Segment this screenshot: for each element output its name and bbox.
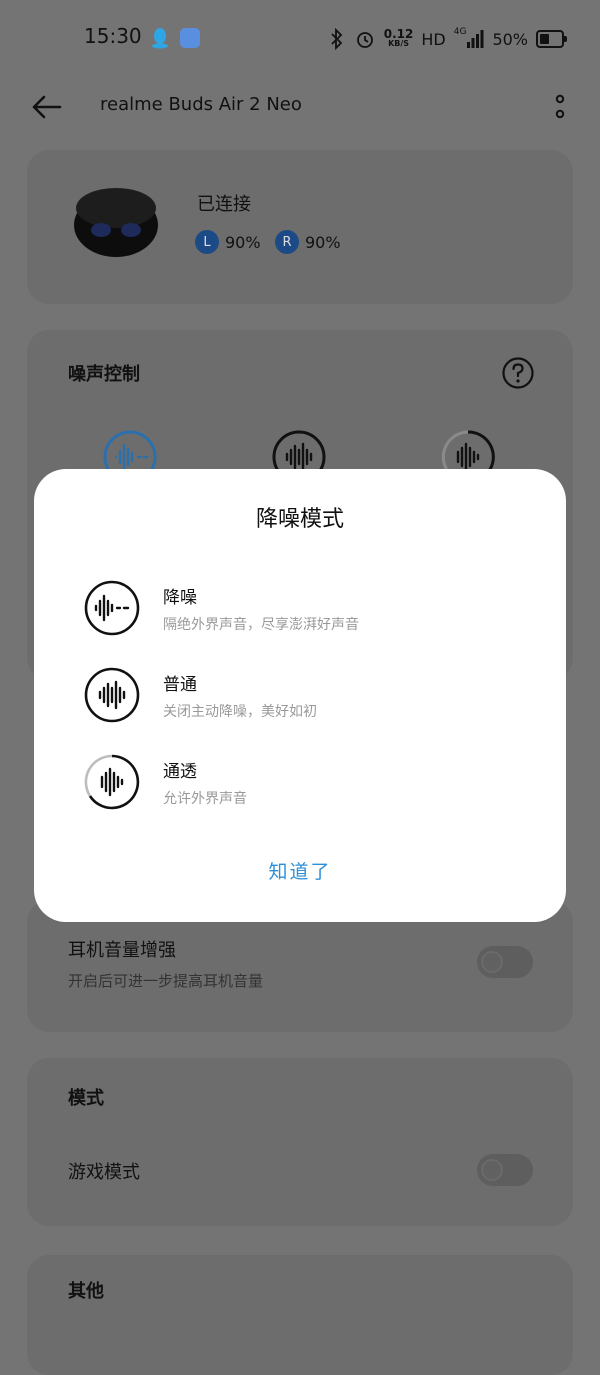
option-name-normal: 普通 <box>163 675 197 695</box>
signal-icon <box>467 30 484 48</box>
volume-boost-title: 耳机音量增强 <box>68 940 176 961</box>
status-time: 15:30 <box>84 24 142 48</box>
noise-cancel-icon <box>84 580 140 636</box>
connection-status: 已连接 <box>197 194 251 215</box>
left-earbud-badge: L <box>195 230 219 254</box>
more-vertical-icon[interactable] <box>550 92 570 122</box>
app-bar: realme Buds Air 2 Neo <box>0 76 600 140</box>
right-earbud-badge: R <box>275 230 299 254</box>
game-mode-label: 游戏模式 <box>68 1162 140 1183</box>
right-battery-value: 90% <box>305 232 341 252</box>
mode-title: 模式 <box>68 1088 104 1109</box>
volume-boost-description: 开启后可进一步提高耳机音量 <box>68 972 264 990</box>
status-bar: 15:30 0.12 KB/S HD 4G 50% <box>0 0 600 76</box>
network-type: 4G <box>453 27 467 37</box>
net-speed-unit: KB/S <box>388 39 410 48</box>
bluetooth-icon <box>331 28 343 50</box>
option-desc-transparency: 允许外界声音 <box>163 791 247 807</box>
dialog-title: 降噪模式 <box>255 507 344 532</box>
net-speed-value: 0.12 <box>383 27 414 41</box>
volume-boost-toggle[interactable] <box>477 946 533 978</box>
alarm-icon <box>356 32 373 48</box>
transparency-icon <box>84 754 140 810</box>
battery-icon <box>536 30 567 48</box>
device-card: 已连接 L 90% R 90% <box>27 150 573 304</box>
mode-card: 模式 游戏模式 <box>27 1058 573 1226</box>
option-desc-noise-cancel: 隔绝外界声音，尽享澎湃好声音 <box>163 617 359 633</box>
noise-mode-dialog: 降噪模式 降噪 隔绝外界声音，尽享澎湃好声音 普通 关闭主动降噪，美好如初 通透… <box>34 469 566 922</box>
battery-percent: 50% <box>492 29 528 49</box>
toggle-knob <box>481 1159 503 1181</box>
other-card: 其他 <box>27 1255 573 1375</box>
normal-icon <box>84 667 140 723</box>
left-battery: L 90% <box>195 230 261 254</box>
option-desc-normal: 关闭主动降噪，美好如初 <box>163 704 317 720</box>
app-title: realme Buds Air 2 Neo <box>100 94 302 115</box>
net-speed: 0.12 KB/S <box>383 27 414 49</box>
help-icon[interactable] <box>501 356 535 390</box>
toggle-knob <box>481 951 503 973</box>
qq-icon <box>152 28 168 49</box>
option-name-noise-cancel: 降噪 <box>163 588 197 608</box>
game-mode-toggle[interactable] <box>477 1154 533 1186</box>
hd-indicator: HD <box>421 29 446 49</box>
left-battery-value: 90% <box>225 232 261 252</box>
confirm-button[interactable]: 知道了 <box>34 857 566 884</box>
cloud-app-icon <box>180 28 200 48</box>
option-name-transparency: 通透 <box>163 762 197 782</box>
right-battery: R 90% <box>275 230 341 254</box>
earbuds-case-image <box>74 188 158 257</box>
status-right: 0.12 KB/S HD 4G 50% <box>328 27 567 51</box>
back-arrow-icon[interactable] <box>30 92 64 122</box>
noise-control-title: 噪声控制 <box>68 364 140 385</box>
other-title: 其他 <box>68 1281 104 1302</box>
